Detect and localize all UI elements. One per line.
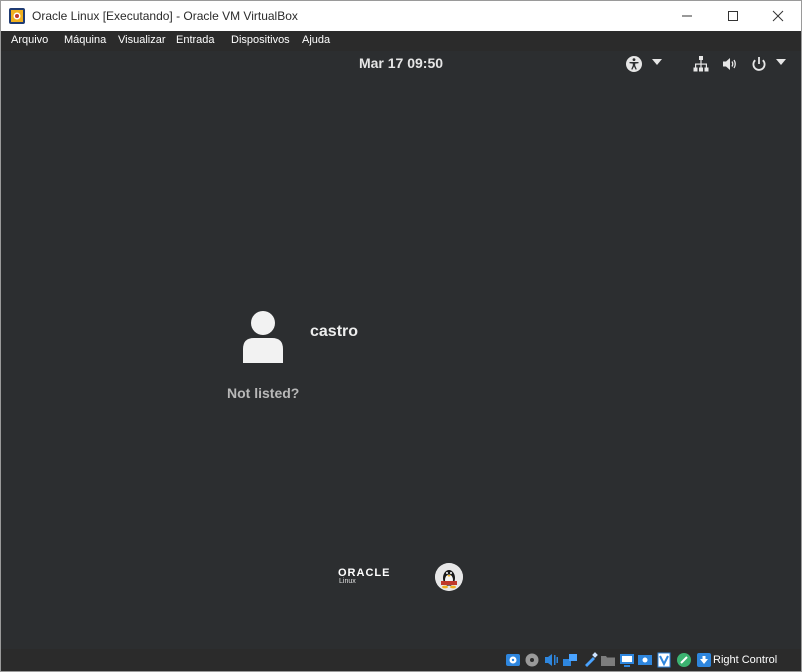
minimize-button[interactable] (664, 1, 710, 31)
maximize-icon (728, 11, 738, 21)
virtualbox-window: Oracle Linux [Executando] - Oracle VM Vi… (0, 0, 802, 672)
video-capture-icon[interactable] (637, 652, 653, 668)
status-bar: Right Control (1, 649, 801, 671)
menu-arquivo[interactable]: Arquivo (11, 34, 48, 46)
network-adapter-icon[interactable] (562, 652, 578, 668)
accessibility-menu-chevron-icon[interactable] (652, 59, 662, 65)
menu-maquina[interactable]: Máquina (64, 34, 106, 46)
oracle-linux-logo: ORACLE Linux (338, 567, 390, 585)
close-button[interactable] (755, 1, 801, 31)
hard-disk-icon[interactable] (505, 652, 521, 668)
volume-icon[interactable] (721, 55, 739, 73)
power-icon[interactable] (750, 55, 768, 73)
menu-ajuda[interactable]: Ajuda (302, 34, 330, 46)
close-icon (772, 10, 784, 22)
maximize-button[interactable] (710, 1, 756, 31)
usb-icon[interactable] (582, 652, 598, 668)
tux-icon (435, 563, 463, 591)
user-entry[interactable]: castro (241, 309, 441, 365)
gnome-top-bar: Mar 17 09:50 (1, 51, 801, 75)
audio-icon[interactable] (543, 652, 559, 668)
not-listed-link[interactable]: Not listed? (227, 385, 299, 401)
power-menu-chevron-icon[interactable] (776, 59, 786, 65)
title-bar: Oracle Linux [Executando] - Oracle VM Vi… (1, 1, 801, 31)
mouse-integration-icon[interactable] (676, 652, 692, 668)
menu-dispositivos[interactable]: Dispositivos (231, 34, 290, 46)
menu-bar: Arquivo Máquina Visualizar Entrada Dispo… (1, 31, 801, 51)
host-key-icon[interactable] (696, 652, 712, 668)
optical-drive-icon[interactable] (524, 652, 540, 668)
window-title: Oracle Linux [Executando] - Oracle VM Vi… (32, 9, 298, 23)
virtualization-icon[interactable] (656, 652, 672, 668)
menu-entrada[interactable]: Entrada (176, 34, 215, 46)
display-icon[interactable] (619, 652, 635, 668)
guest-display[interactable]: Mar 17 09:50 castro Not listed? ORACLE L… (1, 51, 801, 649)
minimize-icon (682, 15, 692, 17)
username[interactable]: castro (310, 323, 358, 341)
accessibility-icon[interactable] (625, 55, 643, 73)
shared-folders-icon[interactable] (600, 652, 616, 668)
menu-visualizar[interactable]: Visualizar (118, 34, 166, 46)
virtualbox-app-icon (9, 8, 25, 24)
host-key-label: Right Control (713, 654, 778, 666)
network-icon[interactable] (693, 55, 709, 73)
oracle-logo-sub: Linux (339, 578, 356, 585)
clock[interactable]: Mar 17 09:50 (1, 55, 801, 71)
user-avatar-icon (243, 311, 283, 363)
